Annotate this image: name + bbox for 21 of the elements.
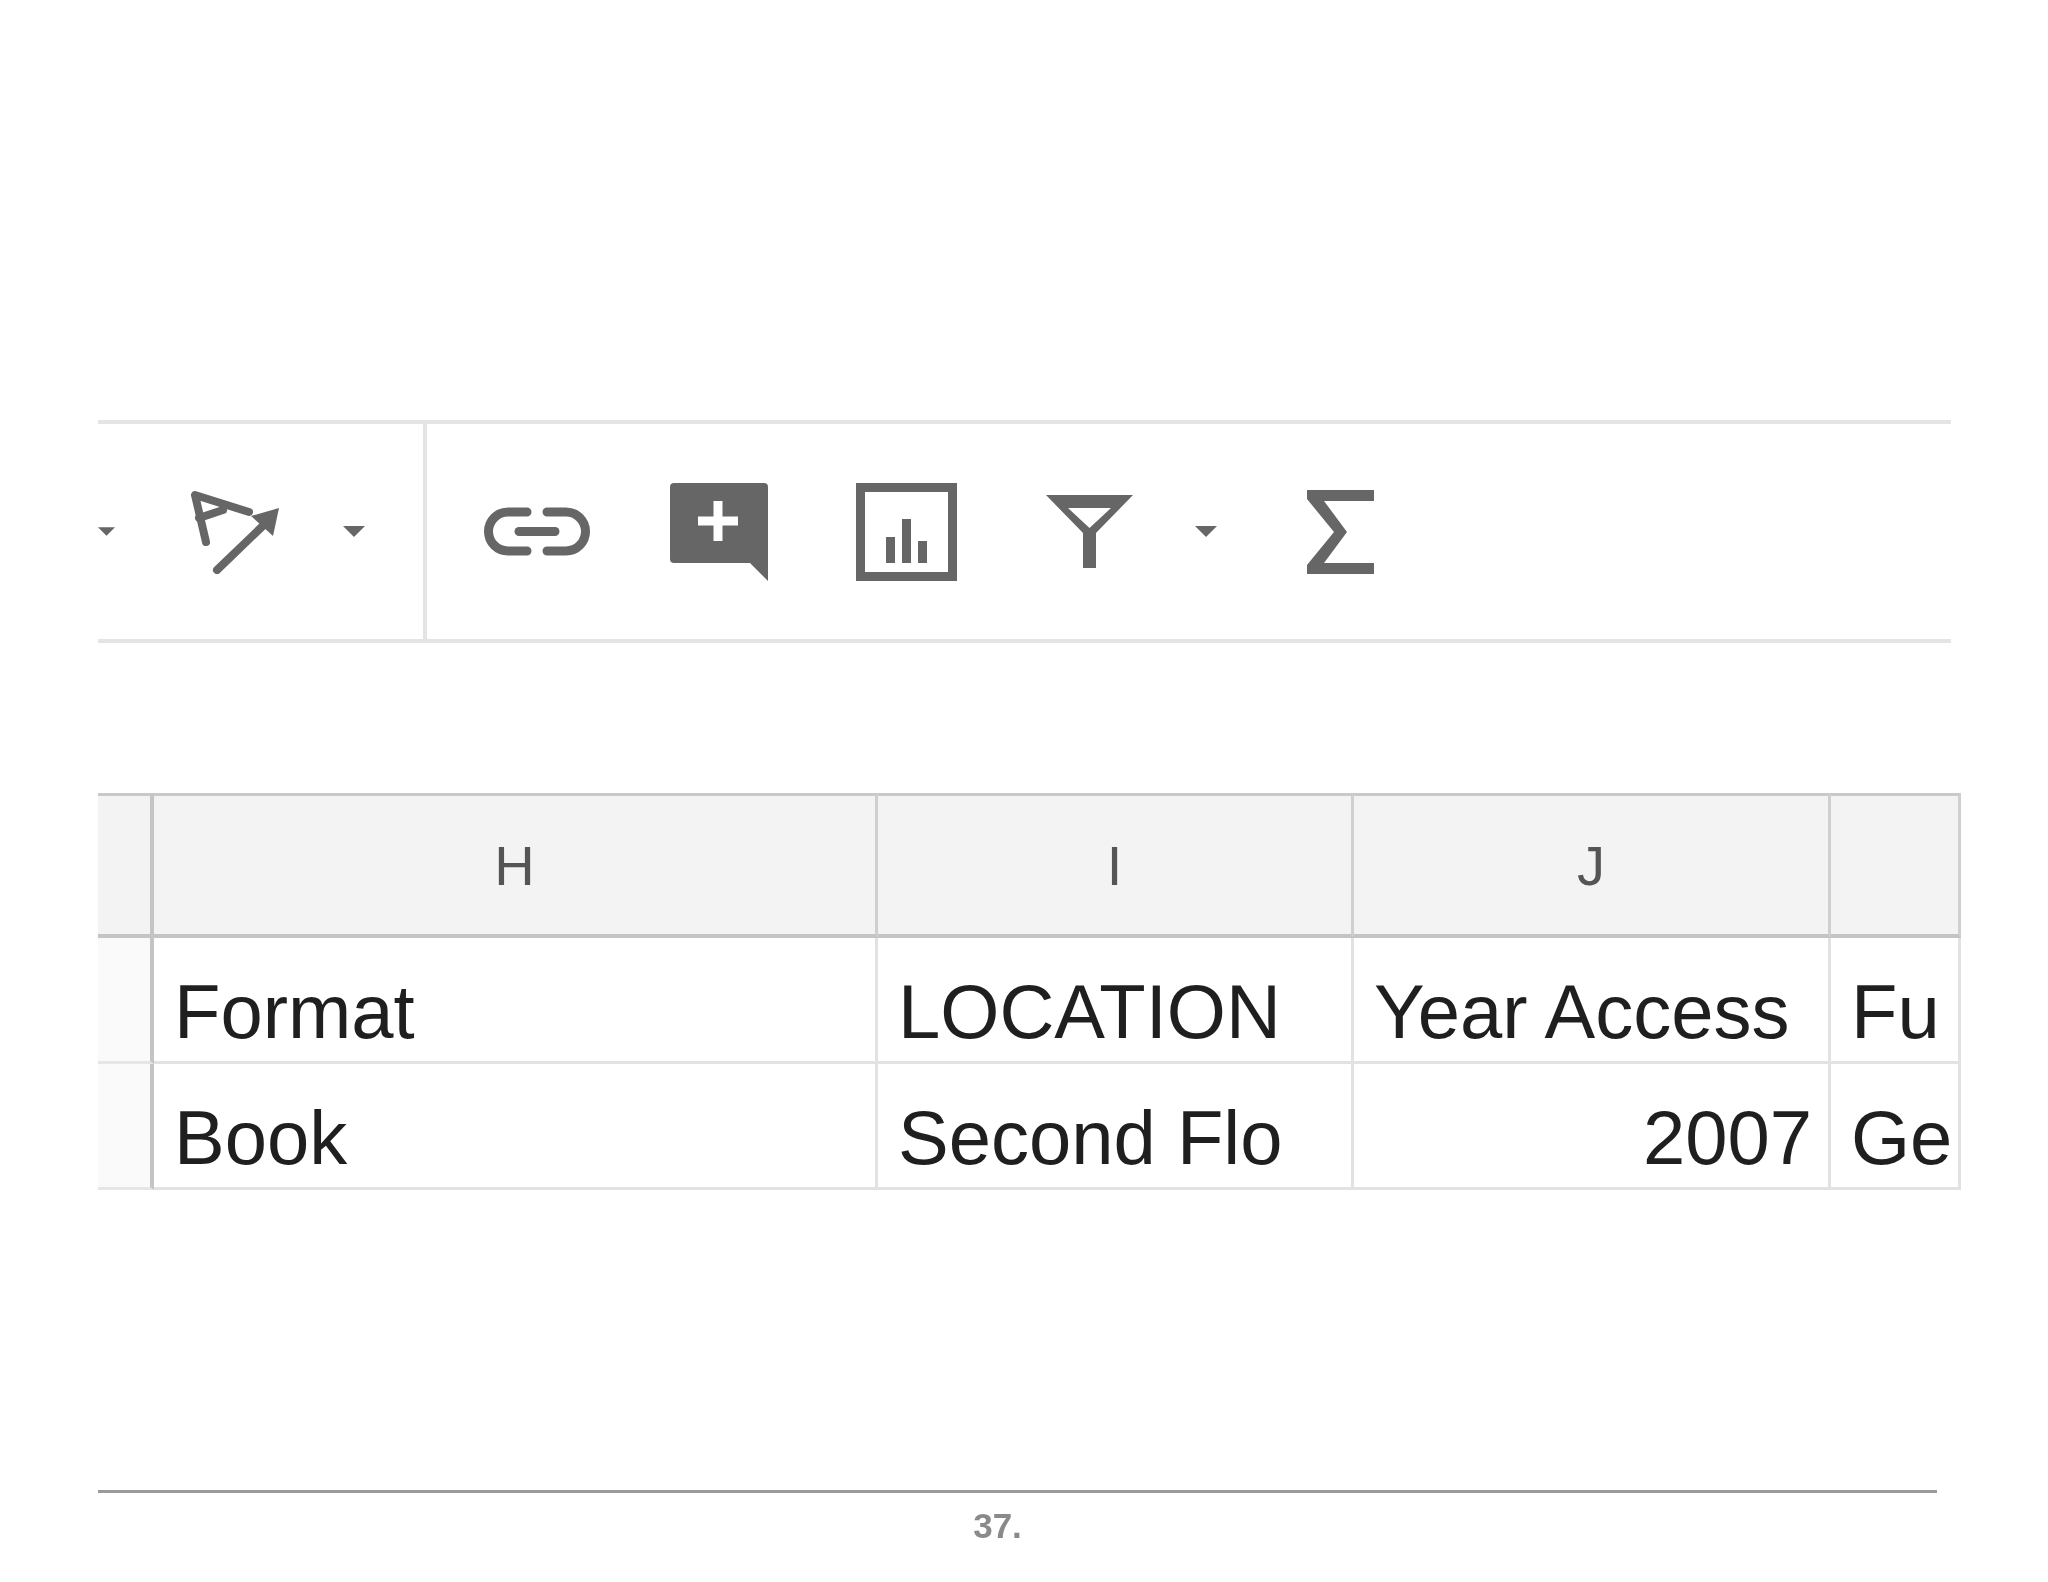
caret-icon[interactable] [343, 526, 365, 537]
filter-icon[interactable] [1046, 495, 1133, 568]
column-header[interactable]: I [878, 793, 1354, 938]
text-rotation-icon[interactable] [189, 489, 281, 574]
caret-icon[interactable] [1195, 526, 1217, 537]
table-cell: LOCATION [878, 938, 1354, 1064]
table-cell: Book [154, 1064, 878, 1190]
chart-icon[interactable] [856, 482, 957, 581]
table-cell: 2007 [1354, 1064, 1831, 1190]
table-cell: Ge [1831, 1064, 1961, 1190]
column-header[interactable]: J [1354, 793, 1831, 938]
page-number: 37. [973, 1505, 1022, 1547]
column-header[interactable]: H [154, 793, 878, 938]
caret-icon[interactable] [98, 527, 115, 536]
table-cell: Fu [1831, 938, 1961, 1064]
table-cell: Second Flo [878, 1064, 1354, 1190]
table-cell: Format [154, 938, 878, 1064]
add-comment-icon[interactable] [670, 482, 768, 581]
table-cell: Year Access [1354, 938, 1831, 1064]
sigma-icon[interactable] [1307, 489, 1374, 574]
link-icon[interactable] [483, 507, 591, 556]
